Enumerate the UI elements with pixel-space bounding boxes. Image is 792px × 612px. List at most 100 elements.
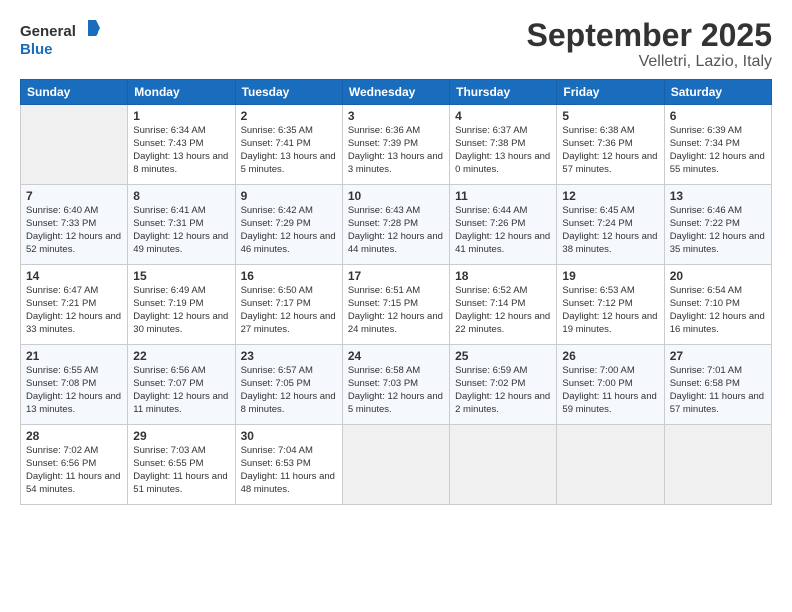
sunrise: Sunrise: 6:39 AM [670, 125, 742, 136]
sunset: Sunset: 6:56 PM [26, 458, 96, 469]
calendar-day-cell: 5 Sunrise: 6:38 AM Sunset: 7:36 PM Dayli… [557, 105, 664, 185]
daylight: Daylight: 12 hours and 19 minutes. [562, 311, 657, 335]
daylight: Daylight: 12 hours and 8 minutes. [241, 391, 336, 415]
sunset: Sunset: 7:36 PM [562, 138, 632, 149]
sunset: Sunset: 7:19 PM [133, 298, 203, 309]
day-info: Sunrise: 6:54 AM Sunset: 7:10 PM Dayligh… [670, 285, 766, 336]
sunset: Sunset: 6:55 PM [133, 458, 203, 469]
calendar-title: September 2025 [527, 18, 772, 53]
calendar-day-cell: 9 Sunrise: 6:42 AM Sunset: 7:29 PM Dayli… [235, 185, 342, 265]
calendar-day-cell: 23 Sunrise: 6:57 AM Sunset: 7:05 PM Dayl… [235, 345, 342, 425]
day-number: 12 [562, 189, 658, 203]
week-row-1: 1 Sunrise: 6:34 AM Sunset: 7:43 PM Dayli… [21, 105, 772, 185]
day-info: Sunrise: 6:46 AM Sunset: 7:22 PM Dayligh… [670, 205, 766, 256]
sunset: Sunset: 7:41 PM [241, 138, 311, 149]
sunrise: Sunrise: 7:01 AM [670, 365, 742, 376]
sunset: Sunset: 7:39 PM [348, 138, 418, 149]
title-block: September 2025 Velletri, Lazio, Italy [527, 18, 772, 71]
sunset: Sunset: 7:21 PM [26, 298, 96, 309]
daylight: Daylight: 12 hours and 33 minutes. [26, 311, 121, 335]
sunset: Sunset: 7:00 PM [562, 378, 632, 389]
sunrise: Sunrise: 6:38 AM [562, 125, 634, 136]
day-info: Sunrise: 6:51 AM Sunset: 7:15 PM Dayligh… [348, 285, 444, 336]
day-info: Sunrise: 6:39 AM Sunset: 7:34 PM Dayligh… [670, 125, 766, 176]
daylight: Daylight: 12 hours and 52 minutes. [26, 231, 121, 255]
daylight: Daylight: 12 hours and 13 minutes. [26, 391, 121, 415]
day-number: 1 [133, 109, 229, 123]
sunset: Sunset: 7:12 PM [562, 298, 632, 309]
daylight: Daylight: 12 hours and 16 minutes. [670, 311, 765, 335]
day-info: Sunrise: 6:45 AM Sunset: 7:24 PM Dayligh… [562, 205, 658, 256]
day-number: 14 [26, 269, 122, 283]
sunset: Sunset: 7:03 PM [348, 378, 418, 389]
day-info: Sunrise: 6:43 AM Sunset: 7:28 PM Dayligh… [348, 205, 444, 256]
sunrise: Sunrise: 6:52 AM [455, 285, 527, 296]
daylight: Daylight: 11 hours and 54 minutes. [26, 471, 120, 495]
calendar-table: Sunday Monday Tuesday Wednesday Thursday… [20, 79, 772, 505]
day-number: 20 [670, 269, 766, 283]
week-row-5: 28 Sunrise: 7:02 AM Sunset: 6:56 PM Dayl… [21, 425, 772, 505]
sunset: Sunset: 7:10 PM [670, 298, 740, 309]
day-info: Sunrise: 7:01 AM Sunset: 6:58 PM Dayligh… [670, 365, 766, 416]
day-number: 22 [133, 349, 229, 363]
calendar-day-cell: 14 Sunrise: 6:47 AM Sunset: 7:21 PM Dayl… [21, 265, 128, 345]
daylight: Daylight: 12 hours and 11 minutes. [133, 391, 228, 415]
daylight: Daylight: 12 hours and 27 minutes. [241, 311, 336, 335]
sunrise: Sunrise: 6:41 AM [133, 205, 205, 216]
week-row-3: 14 Sunrise: 6:47 AM Sunset: 7:21 PM Dayl… [21, 265, 772, 345]
calendar-day-cell: 16 Sunrise: 6:50 AM Sunset: 7:17 PM Dayl… [235, 265, 342, 345]
sunset: Sunset: 7:15 PM [348, 298, 418, 309]
daylight: Daylight: 12 hours and 38 minutes. [562, 231, 657, 255]
sunset: Sunset: 7:26 PM [455, 218, 525, 229]
daylight: Daylight: 11 hours and 51 minutes. [133, 471, 227, 495]
sunrise: Sunrise: 7:02 AM [26, 445, 98, 456]
calendar-day-cell: 20 Sunrise: 6:54 AM Sunset: 7:10 PM Dayl… [664, 265, 771, 345]
calendar-day-cell: 24 Sunrise: 6:58 AM Sunset: 7:03 PM Dayl… [342, 345, 449, 425]
day-info: Sunrise: 6:50 AM Sunset: 7:17 PM Dayligh… [241, 285, 337, 336]
day-info: Sunrise: 6:58 AM Sunset: 7:03 PM Dayligh… [348, 365, 444, 416]
daylight: Daylight: 11 hours and 57 minutes. [670, 391, 764, 415]
logo: General Blue [20, 18, 100, 65]
day-number: 4 [455, 109, 551, 123]
sunset: Sunset: 6:53 PM [241, 458, 311, 469]
sunset: Sunset: 7:43 PM [133, 138, 203, 149]
week-row-4: 21 Sunrise: 6:55 AM Sunset: 7:08 PM Dayl… [21, 345, 772, 425]
daylight: Daylight: 12 hours and 44 minutes. [348, 231, 443, 255]
day-info: Sunrise: 6:55 AM Sunset: 7:08 PM Dayligh… [26, 365, 122, 416]
day-number: 6 [670, 109, 766, 123]
calendar-day-cell: 3 Sunrise: 6:36 AM Sunset: 7:39 PM Dayli… [342, 105, 449, 185]
day-info: Sunrise: 7:00 AM Sunset: 7:00 PM Dayligh… [562, 365, 658, 416]
calendar-day-cell: 28 Sunrise: 7:02 AM Sunset: 6:56 PM Dayl… [21, 425, 128, 505]
day-number: 26 [562, 349, 658, 363]
sunrise: Sunrise: 6:50 AM [241, 285, 313, 296]
day-info: Sunrise: 6:35 AM Sunset: 7:41 PM Dayligh… [241, 125, 337, 176]
calendar-day-cell: 7 Sunrise: 6:40 AM Sunset: 7:33 PM Dayli… [21, 185, 128, 265]
sunrise: Sunrise: 6:42 AM [241, 205, 313, 216]
calendar-day-cell: 10 Sunrise: 6:43 AM Sunset: 7:28 PM Dayl… [342, 185, 449, 265]
calendar-day-cell: 8 Sunrise: 6:41 AM Sunset: 7:31 PM Dayli… [128, 185, 235, 265]
day-number: 28 [26, 429, 122, 443]
daylight: Daylight: 13 hours and 8 minutes. [133, 151, 228, 175]
col-wednesday: Wednesday [342, 80, 449, 105]
svg-text:General: General [20, 23, 76, 40]
calendar-day-cell: 25 Sunrise: 6:59 AM Sunset: 7:02 PM Dayl… [450, 345, 557, 425]
sunset: Sunset: 7:02 PM [455, 378, 525, 389]
day-number: 9 [241, 189, 337, 203]
sunrise: Sunrise: 6:56 AM [133, 365, 205, 376]
daylight: Daylight: 12 hours and 55 minutes. [670, 151, 765, 175]
day-number: 3 [348, 109, 444, 123]
day-info: Sunrise: 6:56 AM Sunset: 7:07 PM Dayligh… [133, 365, 229, 416]
day-info: Sunrise: 7:04 AM Sunset: 6:53 PM Dayligh… [241, 445, 337, 496]
daylight: Daylight: 12 hours and 30 minutes. [133, 311, 228, 335]
sunset: Sunset: 7:24 PM [562, 218, 632, 229]
day-info: Sunrise: 6:47 AM Sunset: 7:21 PM Dayligh… [26, 285, 122, 336]
page: General Blue September 2025 Velletri, La… [0, 0, 792, 612]
calendar-subtitle: Velletri, Lazio, Italy [527, 53, 772, 71]
calendar-day-cell: 1 Sunrise: 6:34 AM Sunset: 7:43 PM Dayli… [128, 105, 235, 185]
day-number: 21 [26, 349, 122, 363]
day-number: 17 [348, 269, 444, 283]
day-number: 19 [562, 269, 658, 283]
sunset: Sunset: 6:58 PM [670, 378, 740, 389]
calendar-day-cell: 26 Sunrise: 7:00 AM Sunset: 7:00 PM Dayl… [557, 345, 664, 425]
sunset: Sunset: 7:08 PM [26, 378, 96, 389]
